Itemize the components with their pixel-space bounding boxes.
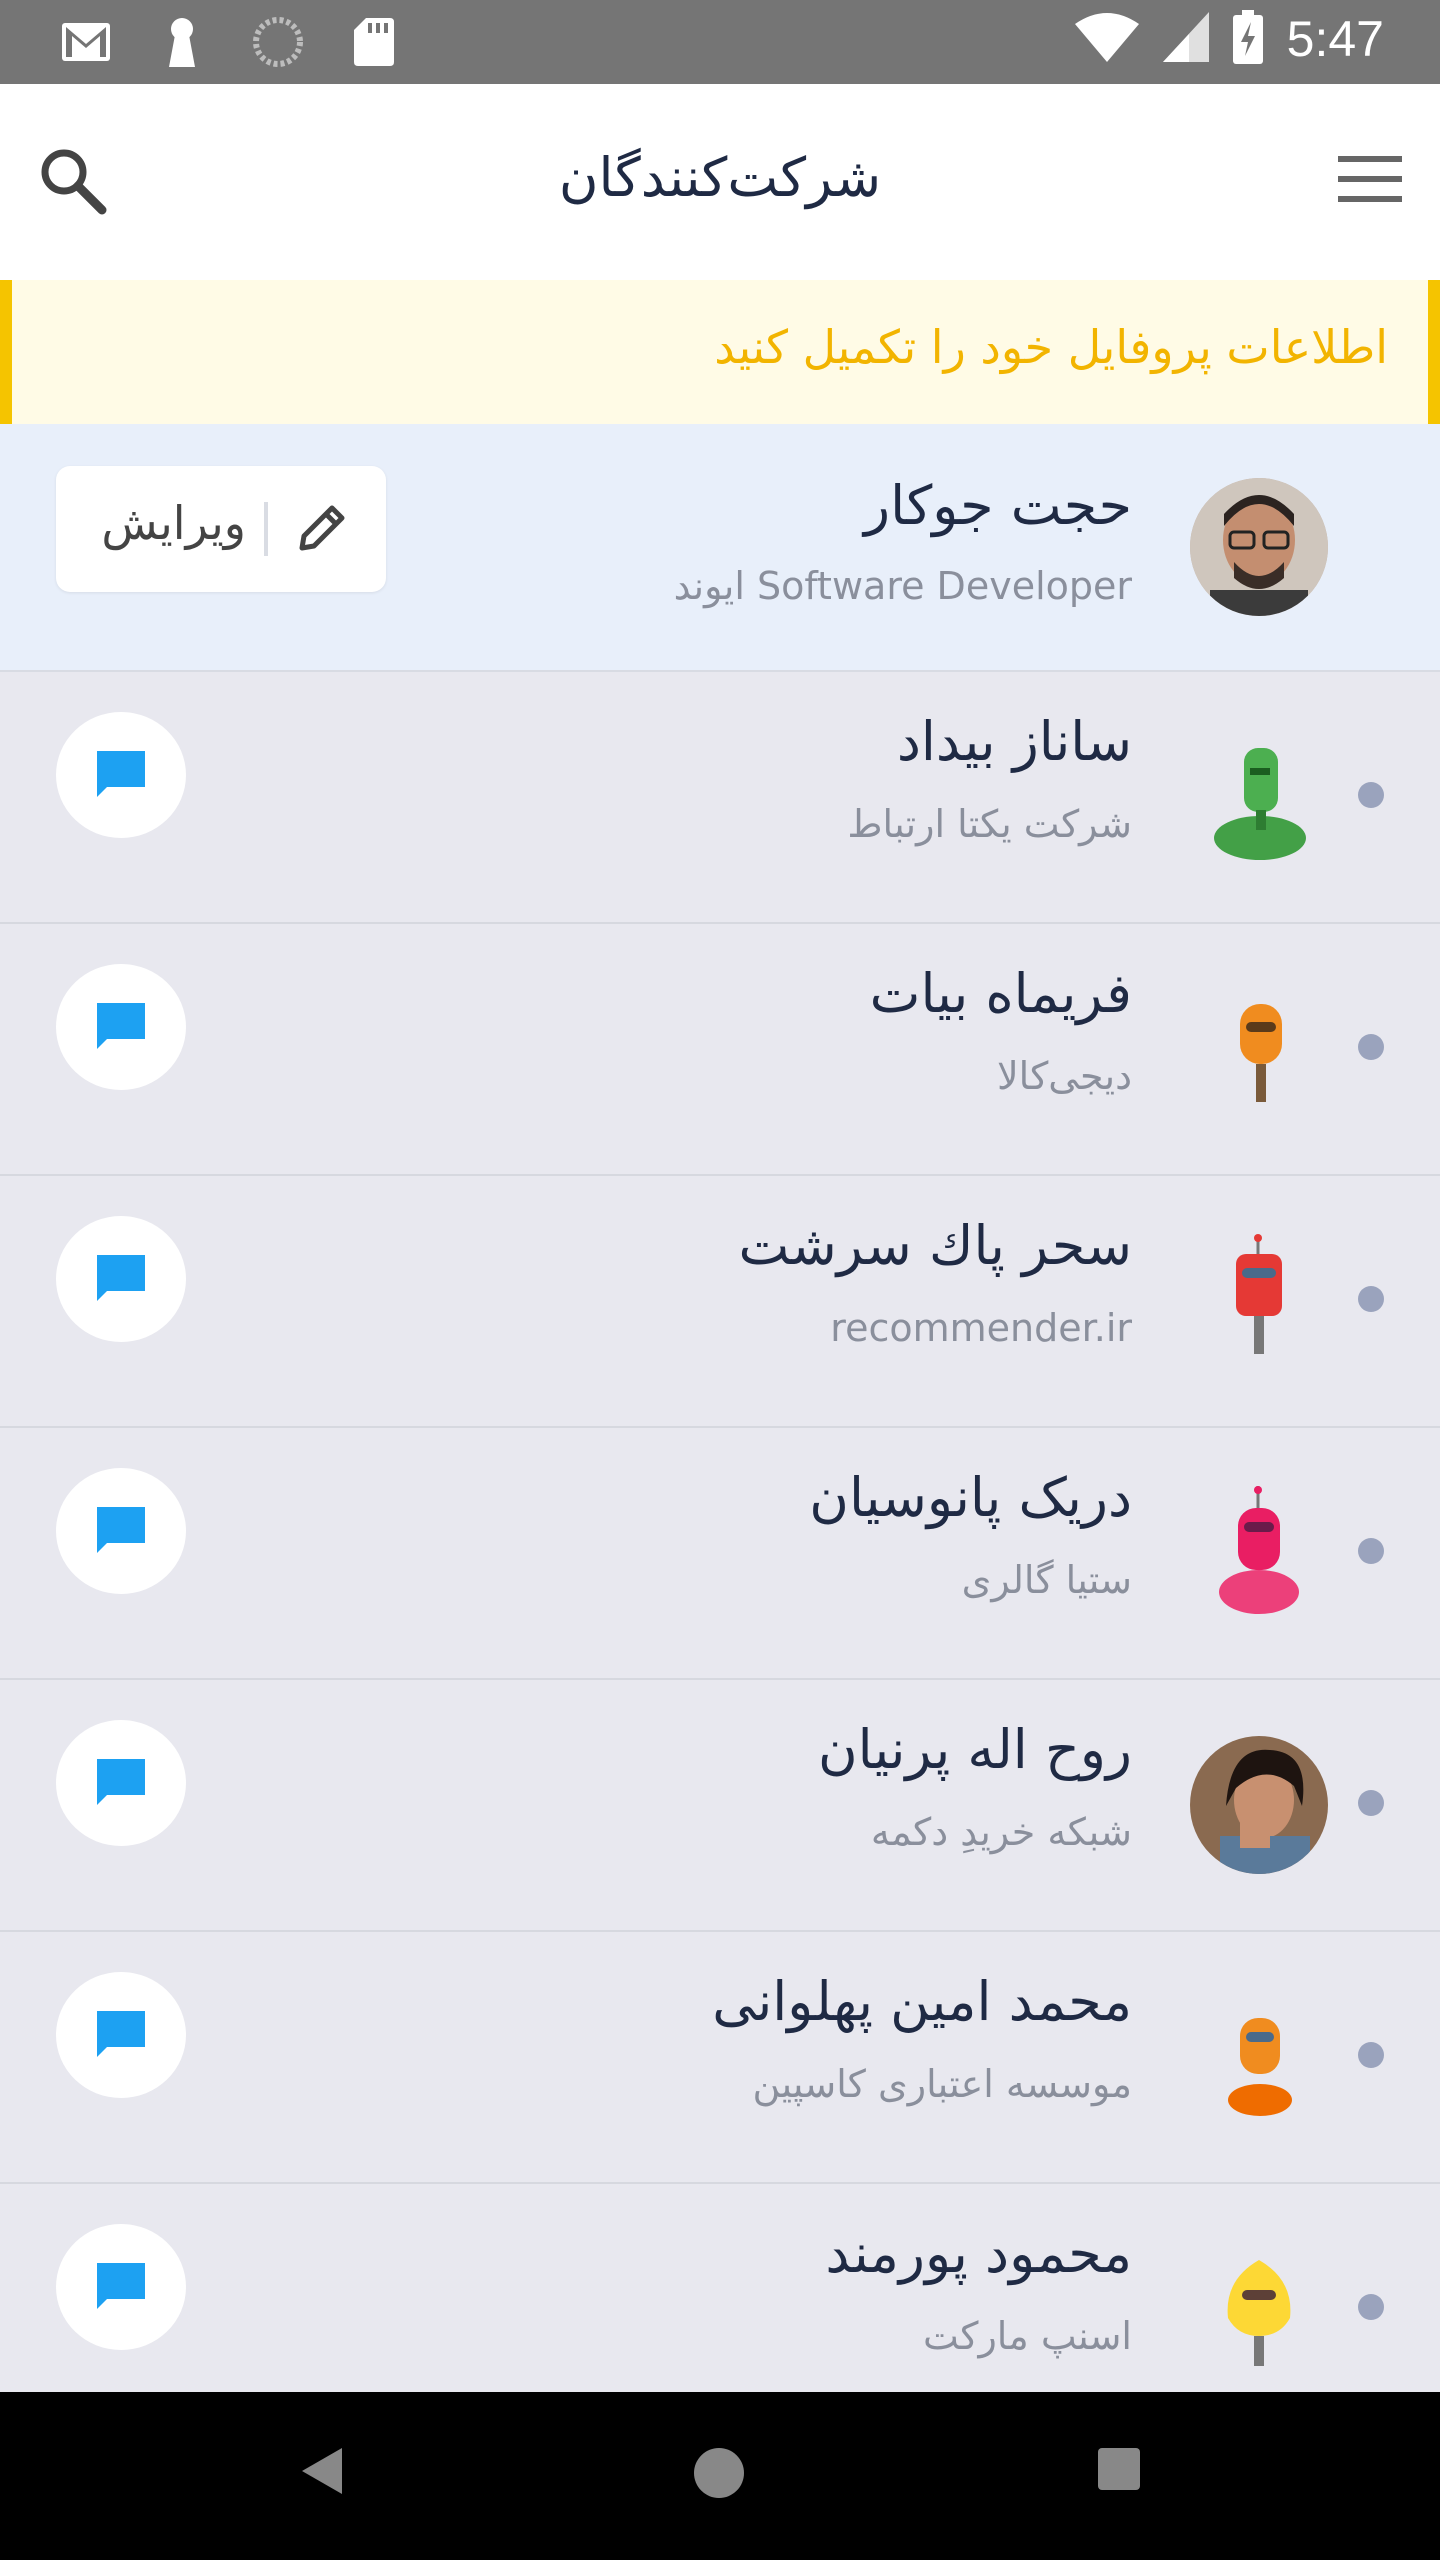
my-subtitle: Software Developer ایوند <box>673 564 1132 608</box>
participant-company: شرکت یکتا ارتباط <box>847 802 1132 846</box>
recents-button[interactable] <box>1098 2448 1140 2490</box>
home-button[interactable] <box>694 2448 744 2498</box>
avatar <box>1190 1736 1328 1874</box>
battery-charging-icon <box>1232 10 1263 68</box>
participant-name: سحر پاك سرشت <box>738 1214 1132 1277</box>
participant-company: موسسه اعتباری کاسپین <box>752 2062 1132 2106</box>
participant-name: دریک پانوسیان <box>809 1466 1132 1529</box>
participant-row[interactable]: روح اله پرنیان شبکه خریدِ دکمه <box>0 1680 1440 1932</box>
avatar <box>1190 2240 1328 2378</box>
message-button[interactable] <box>56 1720 186 1846</box>
participant-company: recommender.ir <box>830 1306 1132 1350</box>
message-button[interactable] <box>56 1972 186 2098</box>
page-title: شرکت‌کنندگان <box>558 146 882 209</box>
system-nav-bar <box>0 2392 1440 2560</box>
clock: 5:47 <box>1286 11 1384 67</box>
status-dot <box>1358 1034 1384 1060</box>
status-dot <box>1358 1790 1384 1816</box>
message-button[interactable] <box>56 2224 186 2350</box>
status-bar: 5:47 <box>0 0 1440 84</box>
keyhole-icon <box>156 16 208 68</box>
chat-icon <box>97 2263 145 2309</box>
edit-profile-button[interactable]: ویرایش <box>56 466 386 592</box>
participant-row[interactable]: فریماه بیات دیجی‌کالا <box>0 924 1440 1176</box>
avatar <box>1190 980 1328 1118</box>
status-dot <box>1358 1538 1384 1564</box>
pencil-icon <box>294 500 350 556</box>
edit-label: ویرایش <box>101 496 246 550</box>
chat-icon <box>97 1003 145 1049</box>
avatar <box>1190 728 1328 866</box>
chat-icon <box>97 1759 145 1805</box>
avatar <box>1190 1988 1328 2126</box>
wifi-icon <box>1074 12 1139 66</box>
status-dot <box>1358 2042 1384 2068</box>
participant-row[interactable]: سحر پاك سرشت recommender.ir <box>0 1176 1440 1428</box>
message-button[interactable] <box>56 964 186 1090</box>
avatar <box>1190 1484 1328 1622</box>
avatar <box>1190 1232 1328 1370</box>
banner-text: اطلاعات پروفایل خود را تکمیل کنید <box>714 320 1388 374</box>
back-icon <box>302 2448 342 2494</box>
chat-icon <box>97 1255 145 1301</box>
status-dot <box>1358 2294 1384 2320</box>
participant-row[interactable]: دریک پانوسیان ستیا گالری <box>0 1428 1440 1680</box>
chat-icon <box>97 2011 145 2057</box>
my-name: حجت جوکار <box>864 474 1132 537</box>
participant-company: ستیا گالری <box>961 1558 1132 1602</box>
message-button[interactable] <box>56 712 186 838</box>
participant-company: اسنپ مارکت <box>923 2314 1132 2358</box>
menu-icon <box>1338 156 1402 202</box>
message-button[interactable] <box>56 1216 186 1342</box>
divider <box>264 502 268 556</box>
participant-row[interactable]: محمد امین پهلوانی موسسه اعتباری کاسپین <box>0 1932 1440 2184</box>
signal-icon <box>1162 12 1209 66</box>
participant-name: محمود پورمند <box>825 2222 1132 2285</box>
back-button[interactable] <box>300 2446 344 2500</box>
menu-button[interactable] <box>1338 154 1402 214</box>
gmail-icon <box>60 16 112 68</box>
avatar[interactable] <box>1190 478 1328 616</box>
participant-company: دیجی‌کالا <box>996 1054 1132 1098</box>
app-bar: شرکت‌کنندگان <box>0 84 1440 280</box>
status-dot <box>1358 1286 1384 1312</box>
participant-name: فریماه بیات <box>869 962 1132 1025</box>
loading-icon <box>252 16 304 68</box>
my-profile-row[interactable]: ویرایش حجت جوکار Software Developer ایون… <box>0 424 1440 672</box>
complete-profile-banner[interactable]: اطلاعات پروفایل خود را تکمیل کنید <box>0 280 1440 424</box>
sd-card-icon <box>348 16 400 68</box>
status-dot <box>1358 782 1384 808</box>
participant-name: روح اله پرنیان <box>817 1718 1132 1781</box>
participant-row[interactable]: ساناز بیداد شرکت یکتا ارتباط <box>0 672 1440 924</box>
participant-name: محمد امین پهلوانی <box>712 1970 1132 2033</box>
participant-company: شبکه خریدِ دکمه <box>870 1810 1132 1854</box>
chat-icon <box>97 751 145 797</box>
participant-name: ساناز بیداد <box>896 710 1132 773</box>
chat-icon <box>97 1507 145 1553</box>
message-button[interactable] <box>56 1468 186 1594</box>
